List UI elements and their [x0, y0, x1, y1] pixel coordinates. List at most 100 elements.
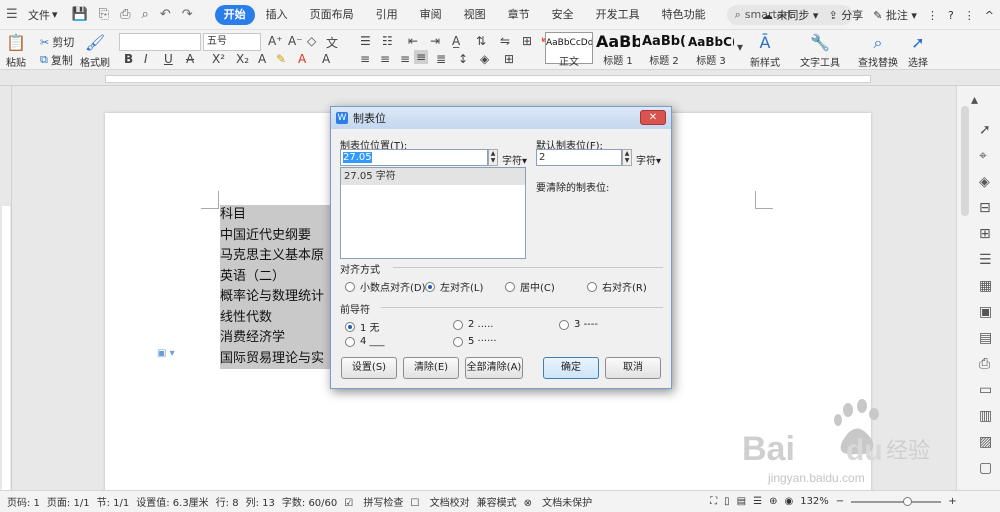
read-mode-icon[interactable]: ▯ — [724, 496, 730, 507]
zoom-in-icon[interactable]: + — [948, 496, 956, 507]
set-button[interactable]: 设置(S) — [341, 357, 397, 379]
align-center-radio[interactable]: 居中(C) — [505, 279, 555, 294]
line-spacing-icon[interactable]: ↕ — [458, 52, 468, 66]
leader-underline-radio[interactable]: 4 ___ — [345, 336, 385, 347]
doc-line[interactable]: 线性代数 — [220, 307, 330, 328]
leader-none-radio[interactable]: 1 无 — [345, 319, 380, 334]
paste-options-icon[interactable]: ▣ ▾ — [157, 348, 175, 359]
tab-stop-list[interactable]: 27.05 字符 — [340, 167, 526, 259]
font-name-select[interactable] — [119, 33, 201, 51]
tab-position-spinner[interactable]: ▲ ▼ — [488, 149, 498, 166]
comment-button[interactable]: ✎ 批注 ▾ — [873, 7, 917, 23]
new-style-button[interactable]: Ā 新样式 — [750, 32, 780, 69]
style-panel-icon[interactable]: ⊟ — [979, 200, 991, 216]
save-icon[interactable]: 💾 — [72, 7, 88, 22]
pointer-icon[interactable]: ➚ — [979, 122, 991, 138]
subscript-icon[interactable]: X₂ — [236, 52, 249, 66]
tab-chapter[interactable]: 章节 — [497, 5, 541, 25]
decrease-indent-icon[interactable]: ⇤ — [408, 34, 418, 48]
strikethrough-icon[interactable]: A — [186, 52, 194, 66]
tab-developer[interactable]: 开发工具 — [585, 5, 651, 25]
shading-icon[interactable]: ◈ — [480, 52, 489, 66]
leader-dashes-radio[interactable]: 3 ---- — [559, 319, 598, 330]
distributed-icon[interactable]: ≣ — [436, 52, 446, 66]
styles-more-icon[interactable]: ▾ — [737, 40, 743, 54]
shapes-icon[interactable]: ◈ — [979, 174, 990, 190]
char-shading-icon[interactable]: A — [322, 52, 330, 66]
pinyin-icon[interactable]: 文 — [326, 34, 338, 51]
increase-indent-icon[interactable]: ⇥ — [430, 34, 440, 48]
grid-panel-icon[interactable]: ▦ — [979, 278, 992, 294]
style-normal[interactable]: AaBbCcDd 正文 — [545, 32, 593, 68]
status-wordcount[interactable]: 字数: 60/60 — [282, 494, 337, 509]
zoom-level[interactable]: 132% — [800, 496, 829, 507]
unit-select-2[interactable]: 字符▾ — [636, 152, 661, 167]
tab-features[interactable]: 特色功能 — [651, 5, 717, 25]
zoom-out-icon[interactable]: − — [836, 496, 844, 507]
grow-font-icon[interactable]: A⁺ — [268, 34, 283, 48]
fit-icon[interactable]: ⛶ — [710, 496, 717, 507]
default-tab-input[interactable]: 2 — [536, 149, 622, 166]
superscript-icon[interactable]: X² — [212, 52, 225, 66]
bold-button[interactable]: B — [124, 52, 133, 66]
shrink-font-icon[interactable]: A⁻ — [288, 34, 303, 48]
align-decimal-radio[interactable]: 小数点对齐(D) — [345, 279, 426, 294]
page-panel-icon[interactable]: ▢ — [979, 460, 992, 476]
select-button[interactable]: ➚ 选择 — [908, 32, 928, 69]
photo-panel-icon[interactable]: ▨ — [979, 434, 992, 450]
tab-home[interactable]: 开始 — [214, 4, 255, 25]
align-right-radio[interactable]: 右对齐(R) — [587, 279, 647, 294]
scroll-up-icon[interactable]: ▴ — [971, 92, 978, 108]
sync-button[interactable]: ☁ 未同步 ▾ — [762, 7, 819, 23]
doc-line[interactable]: 马克思主义基本原 — [220, 246, 330, 267]
doc-line[interactable]: 消费经济学 — [220, 328, 330, 349]
align-left-icon[interactable]: ≡ — [360, 52, 370, 66]
print-icon[interactable]: ⎙ — [120, 7, 130, 22]
chinese-layout-icon[interactable]: A̲ — [452, 34, 460, 48]
redo-icon[interactable]: ↷ — [182, 7, 193, 22]
find-replace-button[interactable]: ⌕ 查找替换 — [858, 32, 898, 69]
style-heading2[interactable]: AaBb(标题 2 — [642, 32, 686, 67]
text-tools-button[interactable]: 🔧 文字工具 — [800, 32, 840, 69]
selected-text-block[interactable]: 科目 中国近代史纲要 马克思主义基本原 英语（二） 概率论与数理统计 线性代数 … — [220, 205, 330, 369]
style-heading1[interactable]: AaBb 标题 1 — [596, 32, 640, 67]
justify-icon[interactable]: ≡ — [414, 50, 429, 64]
doc-panel-icon[interactable]: ▤ — [979, 330, 992, 346]
more-icon[interactable]: ⋮ — [927, 9, 938, 22]
doc-line[interactable]: 概率论与数理统计 — [220, 287, 330, 308]
protect-button[interactable]: ⊗ 文档未保护 — [524, 494, 593, 509]
tab-position-input[interactable]: 27.05 — [340, 149, 488, 166]
doc-line[interactable]: 英语（二） — [220, 266, 330, 287]
web-view-icon[interactable]: ⊕ — [769, 496, 777, 507]
undo-icon[interactable]: ↶ — [160, 7, 171, 22]
table-icon[interactable]: ⊞ — [522, 34, 532, 48]
align-center-icon[interactable]: ≡ — [380, 52, 390, 66]
show-marks-icon[interactable]: ⇋ — [500, 34, 510, 48]
zoom-slider-thumb[interactable] — [903, 496, 913, 506]
save-panel-icon[interactable]: ▭ — [979, 382, 992, 398]
tab-view[interactable]: 视图 — [453, 5, 497, 25]
tab-insert[interactable]: 插入 — [255, 5, 299, 25]
italic-button[interactable]: I — [144, 52, 148, 66]
outline-icon[interactable]: ☰ — [753, 496, 762, 507]
font-size-select[interactable]: 五号 — [203, 33, 261, 51]
numbering-icon[interactable]: ☷ — [382, 34, 393, 48]
align-left-radio[interactable]: 左对齐(L) — [425, 279, 483, 294]
font-color-button[interactable]: A — [298, 52, 306, 66]
horizontal-ruler[interactable] — [0, 70, 1000, 86]
help-icon[interactable]: ? — [948, 9, 954, 22]
doc-line[interactable]: 科目 — [220, 205, 330, 226]
share-button[interactable]: ⇪ 分享 — [828, 7, 863, 23]
doc-line[interactable]: 国际贸易理论与实 — [220, 348, 330, 369]
proofread-button[interactable]: ☐ 文档校对 — [410, 494, 469, 509]
tab-references[interactable]: 引用 — [365, 5, 409, 25]
format-painter-button[interactable]: 🖌 格式刷 — [80, 32, 110, 69]
highlight-icon[interactable]: ✎ — [276, 52, 286, 66]
unit-select-1[interactable]: 字符▾ — [502, 152, 527, 167]
close-button[interactable]: ✕ — [640, 110, 666, 125]
bullets-icon[interactable]: ☰ — [360, 34, 371, 48]
paste-button[interactable]: 📋 粘贴 — [6, 32, 26, 69]
style-heading3[interactable]: AaBbC(标题 3 — [688, 32, 734, 67]
image-panel-icon[interactable]: ▣ — [979, 304, 992, 320]
tab-review[interactable]: 审阅 — [409, 5, 453, 25]
